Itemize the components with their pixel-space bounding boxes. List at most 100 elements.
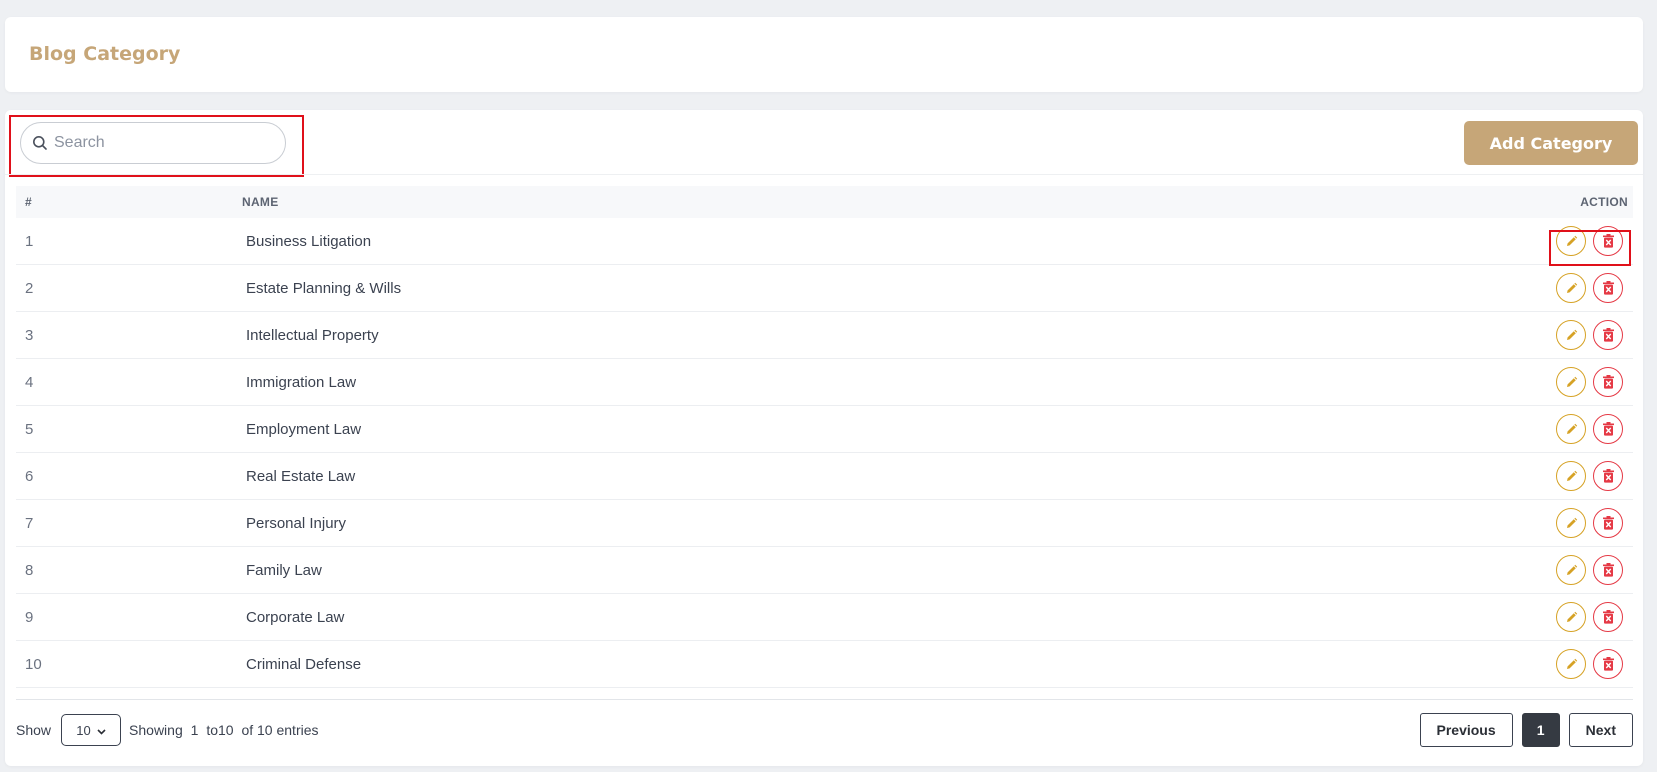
row-actions — [1513, 555, 1633, 585]
show-label: Show — [16, 722, 52, 738]
table-footer: Show 10 Showing 1 to10 of 10 entries Pre… — [16, 713, 1633, 747]
table-row: 2 Estate Planning & Wills — [16, 265, 1633, 312]
row-index: 1 — [25, 232, 34, 250]
row-index: 6 — [25, 467, 34, 485]
row-name: Family Law — [246, 561, 322, 579]
table-row: 3 Intellectual Property — [16, 312, 1633, 359]
page-header: Blog Category — [5, 17, 1643, 92]
category-table: # NAME ACTION 1 Business Litigation 2 Estat… — [16, 186, 1633, 688]
add-category-button[interactable]: Add Category — [1464, 121, 1638, 165]
edit-button[interactable] — [1556, 367, 1586, 397]
category-panel: Add Category # NAME ACTION 1 Business Lit… — [5, 110, 1643, 766]
row-actions — [1513, 320, 1633, 350]
edit-button[interactable] — [1556, 555, 1586, 585]
pencil-icon — [1565, 282, 1578, 295]
delete-button[interactable] — [1593, 508, 1623, 538]
row-index: 9 — [25, 608, 34, 626]
delete-button[interactable] — [1593, 226, 1623, 256]
pencil-icon — [1565, 611, 1578, 624]
edit-button[interactable] — [1556, 414, 1586, 444]
row-name: Corporate Law — [246, 608, 345, 626]
chevron-down-icon — [97, 723, 106, 738]
row-index: 7 — [25, 514, 34, 532]
pencil-icon — [1565, 235, 1578, 248]
row-actions — [1513, 273, 1633, 303]
row-actions — [1513, 649, 1633, 679]
row-name: Employment Law — [246, 420, 362, 438]
pencil-icon — [1565, 423, 1578, 436]
delete-button[interactable] — [1593, 367, 1623, 397]
row-actions — [1513, 367, 1633, 397]
table-row: 6 Real Estate Law — [16, 453, 1633, 500]
row-index: 10 — [25, 655, 42, 673]
edit-button[interactable] — [1556, 320, 1586, 350]
row-name: Estate Planning & Wills — [246, 279, 402, 297]
row-name: Business Litigation — [246, 232, 372, 250]
showing-from: 1 — [190, 722, 199, 738]
delete-button[interactable] — [1593, 273, 1623, 303]
divider — [16, 699, 1633, 700]
page-size-select[interactable]: 10 — [61, 714, 122, 746]
previous-page-button[interactable]: Previous — [1419, 713, 1513, 747]
table-row: 10 Criminal Defense — [16, 641, 1633, 688]
row-index: 4 — [25, 373, 34, 391]
search-input[interactable] — [54, 134, 254, 152]
table-row: 7 Personal Injury — [16, 500, 1633, 547]
showing-label: Showing — [129, 722, 183, 738]
row-name: Intellectual Property — [246, 326, 379, 344]
trash-icon — [1602, 422, 1615, 436]
trash-icon — [1602, 328, 1615, 342]
row-index: 3 — [25, 326, 34, 344]
pencil-icon — [1565, 658, 1578, 671]
trash-icon — [1602, 375, 1615, 389]
edit-button[interactable] — [1556, 461, 1586, 491]
pencil-icon — [1565, 564, 1578, 577]
edit-button[interactable] — [1556, 508, 1586, 538]
row-index: 5 — [25, 420, 34, 438]
pencil-icon — [1565, 329, 1578, 342]
trash-icon — [1602, 281, 1615, 295]
trash-icon — [1602, 516, 1615, 530]
row-actions — [1513, 461, 1633, 491]
edit-button[interactable] — [1556, 649, 1586, 679]
delete-button[interactable] — [1593, 555, 1623, 585]
column-header-index: # — [25, 195, 32, 209]
trash-icon — [1602, 234, 1615, 248]
trash-icon — [1602, 469, 1615, 483]
next-page-button[interactable]: Next — [1568, 713, 1633, 747]
row-actions — [1513, 414, 1633, 444]
delete-button[interactable] — [1593, 320, 1623, 350]
row-actions — [1513, 508, 1633, 538]
showing-to: to10 — [206, 722, 234, 738]
row-name: Personal Injury — [246, 514, 347, 532]
column-header-name: NAME — [242, 195, 279, 209]
trash-icon — [1602, 657, 1615, 671]
table-header: # NAME ACTION — [16, 186, 1633, 218]
delete-button[interactable] — [1593, 461, 1623, 491]
edit-button[interactable] — [1556, 226, 1586, 256]
row-actions — [1513, 226, 1633, 266]
table-row: 1 Business Litigation — [16, 218, 1633, 266]
edit-button[interactable] — [1556, 273, 1586, 303]
trash-icon — [1602, 610, 1615, 624]
table-row: 5 Employment Law — [16, 406, 1633, 453]
row-name: Criminal Defense — [246, 655, 362, 673]
divider — [5, 174, 1643, 175]
row-actions — [1513, 602, 1633, 632]
search-icon — [32, 135, 48, 151]
column-header-action: ACTION — [1580, 195, 1628, 209]
table-row: 9 Corporate Law — [16, 594, 1633, 641]
row-index: 2 — [25, 279, 34, 297]
edit-button[interactable] — [1556, 602, 1586, 632]
table-body: 1 Business Litigation 2 Estate Planning & W… — [16, 218, 1633, 688]
delete-button[interactable] — [1593, 602, 1623, 632]
delete-button[interactable] — [1593, 649, 1623, 679]
showing-total: of 10 entries — [241, 722, 319, 738]
page-number-button[interactable]: 1 — [1521, 713, 1560, 747]
search-box[interactable] — [20, 122, 286, 164]
delete-button[interactable] — [1593, 414, 1623, 444]
row-name: Real Estate Law — [246, 467, 356, 485]
pencil-icon — [1565, 517, 1578, 530]
row-index: 8 — [25, 561, 34, 579]
row-name: Immigration Law — [246, 373, 357, 391]
